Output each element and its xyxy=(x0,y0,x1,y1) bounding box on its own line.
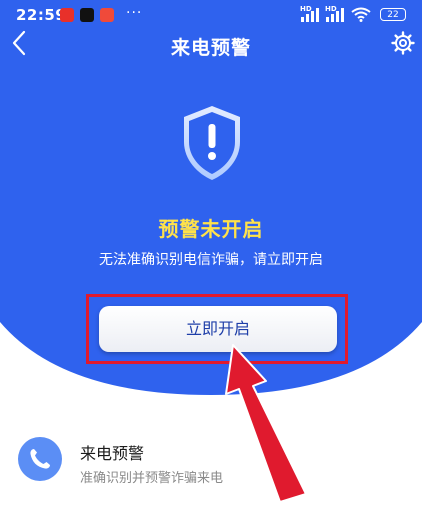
shield-exclamation-icon xyxy=(184,106,240,180)
battery-indicator: 22 xyxy=(380,8,406,21)
list-item-call-warning[interactable]: 来电预警 准确识别并预警诈骗来电 xyxy=(0,420,422,501)
phone-icon xyxy=(30,449,50,469)
nav-bar: 来电预警 xyxy=(0,28,422,64)
warning-description: 无法准确识别电信诈骗，请立即开启 xyxy=(99,252,323,268)
notification-app-icon-3 xyxy=(100,8,114,22)
wifi-icon xyxy=(351,7,371,22)
status-time: 22:59 xyxy=(16,6,67,24)
phone-icon-badge xyxy=(18,437,62,481)
notification-app-icon-1 xyxy=(60,8,74,22)
list-item-title: 来电预警 xyxy=(80,444,145,463)
status-more: ··· xyxy=(126,5,143,21)
signal-icon-2 xyxy=(326,8,344,22)
notification-app-icon-2 xyxy=(80,8,94,22)
list-item-subtitle: 准确识别并预警诈骗来电 xyxy=(80,471,224,486)
gear-icon[interactable] xyxy=(390,30,416,56)
warning-title: 预警未开启 xyxy=(158,217,264,241)
signal-icon-1 xyxy=(301,8,319,22)
page-title: 来电预警 xyxy=(170,37,251,59)
status-bar: 22:59 ··· HD HD 22 xyxy=(0,0,422,26)
enable-now-button[interactable]: 立即开启 xyxy=(99,306,337,352)
